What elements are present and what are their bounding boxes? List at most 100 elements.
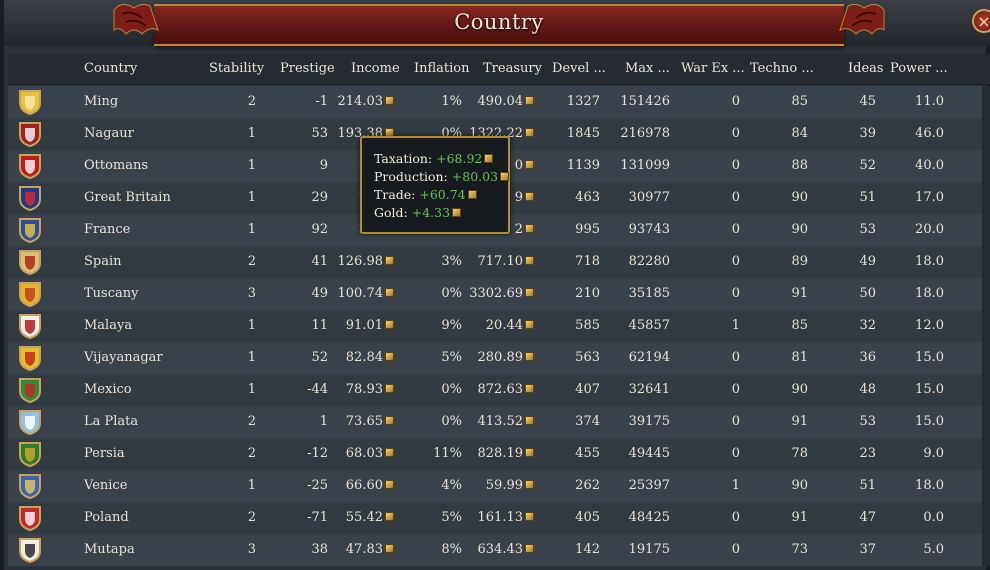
table-row[interactable]: Mexico 1 -44 78.93 0% 872.63 407 32641 0 90 48 15.0	[8, 374, 990, 406]
cell-inflation-text: 9%	[441, 318, 462, 333]
cell-country[interactable]: Tuscany	[84, 286, 138, 301]
cell-development-text: 405	[575, 510, 600, 525]
col-header-income[interactable]: Income	[351, 61, 400, 76]
cell-income: 66.60	[346, 478, 394, 493]
table-row[interactable]: Mutapa 3 38 47.83 8% 634.43 142 19175 0 73 37 5.0	[8, 534, 990, 566]
table-row[interactable]: Venice 1 -25 66.60 4% 59.99 262 25397 1 90 51 18.0	[8, 470, 990, 502]
ducat-icon	[525, 384, 534, 393]
col-header-stability[interactable]: Stability	[209, 61, 264, 76]
cell-prestige-text: 38	[311, 542, 328, 557]
cell-power: 17.0	[915, 190, 944, 205]
cell-treasury: 161.13	[478, 510, 534, 525]
col-header-prestige[interactable]: Prestige	[280, 61, 335, 76]
cell-technology: 90	[791, 382, 808, 397]
ducat-icon	[525, 448, 534, 457]
cell-prestige-text: 49	[311, 286, 328, 301]
cell-war-exhaustion: 0	[732, 126, 740, 141]
cell-country[interactable]: Nagaur	[84, 126, 134, 141]
cell-country[interactable]: Ming	[84, 94, 118, 109]
tooltip-gold: Gold: +4.33	[374, 204, 508, 222]
cell-country[interactable]: Mutapa	[84, 542, 135, 557]
cell-stability-text: 1	[247, 126, 256, 141]
cell-prestige: 9	[320, 158, 328, 173]
ducat-icon	[484, 154, 494, 163]
cell-technology-text: 91	[791, 510, 808, 525]
cell-inflation-text: 11%	[433, 446, 462, 461]
scrollbar[interactable]	[982, 86, 990, 566]
cell-max-manpower: 82280	[629, 254, 670, 269]
cell-stability: 1	[248, 158, 256, 173]
cell-country[interactable]: Venice	[84, 478, 127, 493]
table-row[interactable]: Tuscany 3 49 100.74 0% 3302.69 210 35185 0 91 50 18…	[8, 278, 990, 310]
cell-country[interactable]: La Plata	[84, 414, 138, 429]
col-header-max-manpower[interactable]: Max ...	[625, 61, 670, 76]
cell-stability-text: 3	[247, 286, 256, 301]
cell-max-manpower-text: 49445	[628, 446, 670, 461]
cell-country[interactable]: Mexico	[84, 382, 132, 397]
col-header-technology[interactable]: Techno ...	[750, 61, 814, 76]
venice-shield-icon	[19, 474, 41, 499]
cell-ideas-text: 52	[859, 158, 876, 173]
ducat-icon	[525, 224, 534, 233]
table-row[interactable]: Vijayanagar 1 52 82.84 5% 280.89 563 62194 0 81 36…	[8, 342, 990, 374]
table-row[interactable]: Spain 2 41 126.98 3% 717.10 718 82280 0 89 49 18.0	[8, 246, 990, 278]
cell-country[interactable]: Persia	[84, 446, 125, 461]
col-header-power[interactable]: Power ...	[890, 61, 948, 76]
cell-prestige-text: 53	[311, 126, 328, 141]
cell-treasury: 872.63	[478, 382, 534, 397]
table-row[interactable]: Malaya 1 11 91.01 9% 20.44 585 45857 1 85 32 12.0	[8, 310, 990, 342]
cell-income: 73.65	[346, 414, 394, 429]
cell-ideas-text: 48	[859, 382, 876, 397]
cell-power-text: 11.0	[915, 94, 944, 109]
cell-country[interactable]: Poland	[84, 510, 129, 525]
col-header-inflation[interactable]: Inflation	[414, 61, 470, 76]
cell-country[interactable]: France	[84, 222, 130, 237]
table-row[interactable]: Persia 2 -12 68.03 11% 828.19 455 49445 0 78 23 9.0	[8, 438, 990, 470]
cell-war-exhaustion-text: 0	[731, 414, 740, 429]
cell-stability-text: 2	[247, 446, 256, 461]
ducat-icon	[525, 480, 534, 489]
col-header-war-exhaustion[interactable]: War Ex ...	[681, 61, 745, 76]
cell-country[interactable]: Ottomans	[84, 158, 148, 173]
cell-max-manpower: 39175	[629, 414, 670, 429]
cell-treasury: 828.19	[478, 446, 534, 461]
table-row[interactable]: Ming 2 -1 214.03 1% 490.04 1327 151426 0 85 45 11.0	[8, 86, 990, 118]
cell-development-text: 407	[575, 382, 600, 397]
table-row[interactable]: La Plata 2 1 73.65 0% 413.52 374 39175 0 91 53 15.0	[8, 406, 990, 438]
cell-treasury-text: 0	[514, 158, 523, 173]
ducat-icon	[385, 448, 394, 457]
cell-development-text: 455	[575, 446, 600, 461]
cell-prestige-text: 92	[311, 222, 328, 237]
cell-technology: 84	[791, 126, 808, 141]
close-button[interactable]: ×	[972, 9, 990, 33]
cell-prestige: 1	[320, 414, 328, 429]
tooltip-trade: Trade: +60.74	[374, 186, 508, 204]
cell-country-text: Tuscany	[84, 286, 139, 301]
cell-country[interactable]: Spain	[84, 254, 122, 269]
cell-development: 374	[575, 414, 600, 429]
cell-ideas: 53	[859, 222, 876, 237]
cell-development-text: 718	[575, 254, 600, 269]
cell-power-text: 20.0	[915, 222, 944, 237]
cell-treasury: 717.10	[478, 254, 534, 269]
cell-power: 20.0	[915, 222, 944, 237]
cell-power: 11.0	[915, 94, 944, 109]
cell-treasury: 280.89	[478, 350, 534, 365]
cell-war-exhaustion-text: 0	[731, 158, 740, 173]
cell-country[interactable]: Vijayanagar	[84, 350, 163, 365]
ducat-icon	[525, 320, 534, 329]
cell-power: 18.0	[915, 478, 944, 493]
cell-country[interactable]: Great Britain	[84, 190, 171, 205]
cell-country[interactable]: Malaya	[84, 318, 132, 333]
cell-income-text: 214.03	[337, 94, 384, 109]
col-header-treasury[interactable]: Treasury	[483, 61, 542, 76]
close-icon: ×	[977, 12, 990, 31]
col-header-development[interactable]: Devel ...	[552, 61, 606, 76]
table-row[interactable]: Poland 2 -71 55.42 5% 161.13 405 48425 0 91 47 0.0	[8, 502, 990, 534]
cell-treasury: 3302.69	[469, 286, 534, 301]
cell-war-exhaustion-text: 0	[731, 222, 740, 237]
col-header-country[interactable]: Country	[84, 61, 137, 76]
col-header-ideas[interactable]: Ideas	[848, 61, 884, 76]
cell-development-text: 1845	[566, 126, 600, 141]
cell-power-text: 12.0	[915, 318, 944, 333]
